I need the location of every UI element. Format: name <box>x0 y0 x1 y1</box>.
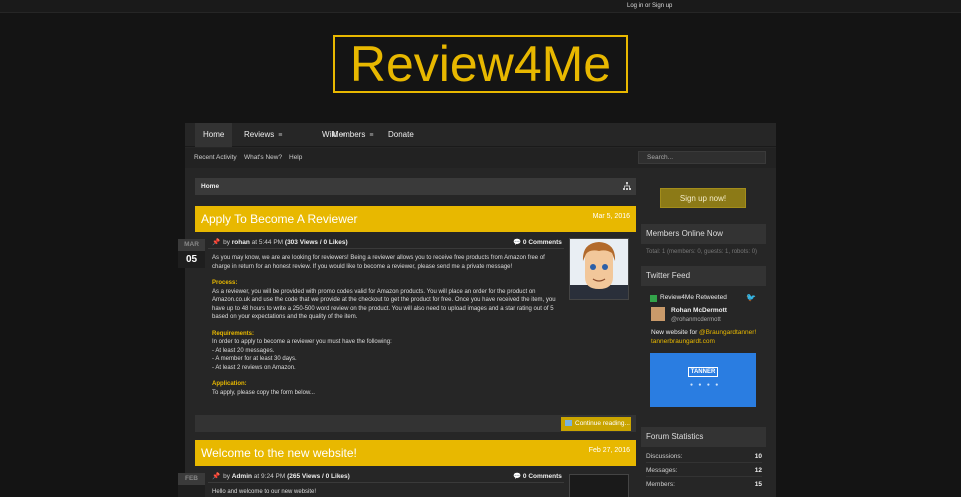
post-header: Welcome to the new website! Feb 27, 2016 <box>195 440 636 466</box>
nav-donate[interactable]: Donate <box>380 123 422 147</box>
post-stats: (303 Views / 0 Likes) <box>284 239 348 246</box>
tweet-card-image[interactable]: TANNER ● ● ● ● <box>650 353 756 407</box>
post-date: Mar 5, 2016 <box>592 213 630 220</box>
nav-donate-label: Donate <box>388 130 414 139</box>
site-logo[interactable]: Review4Me <box>333 35 628 93</box>
nav-members-label: Members <box>332 130 366 139</box>
breadcrumb: Home <box>195 178 636 195</box>
process-heading: Process: <box>212 280 238 286</box>
post-intro: Hello and welcome to our new website! <box>212 489 317 495</box>
divider <box>646 476 762 477</box>
continue-label: Continue reading... <box>575 420 630 427</box>
post-meta: 📌 by Admin at 9:24 PM (265 Views / 0 Like… <box>212 473 350 480</box>
requirement-item: - At least 2 reviews on Amazon. <box>212 364 296 371</box>
pin-icon: 📌 <box>212 239 221 246</box>
tweet-mention[interactable]: @Braungardtanner! <box>699 329 756 336</box>
post-title[interactable]: Welcome to the new website! <box>201 440 357 466</box>
date-day <box>178 485 205 497</box>
post-intro: As you may know, we are are looking for … <box>212 255 545 270</box>
tweet-text-prefix: New website for <box>651 329 700 336</box>
comments-link[interactable]: 💬 0 Comments <box>513 238 562 246</box>
requirement-item: - At least 20 messages. <box>212 347 275 354</box>
stat-row: Members: 15 <box>646 481 762 491</box>
post-author[interactable]: Admin <box>232 473 252 480</box>
subnav-whats-new[interactable]: What's New? <box>244 148 282 168</box>
menu-icon[interactable]: ≡ <box>278 124 282 148</box>
comments-count: 0 Comments <box>522 473 562 480</box>
stat-value: 15 <box>754 481 762 488</box>
avatar[interactable] <box>569 238 629 300</box>
post-stats: (265 Views / 0 Likes) <box>287 473 350 480</box>
top-bar <box>0 0 961 13</box>
signup-button[interactable]: Sign up now! <box>660 188 746 208</box>
post-meta: 📌 by rohan at 5:44 PM (303 Views / 0 Like… <box>212 239 348 246</box>
subnav-recent-activity[interactable]: Recent Activity <box>194 148 237 168</box>
retweet-icon <box>650 295 657 302</box>
stat-value: 10 <box>754 453 762 460</box>
retweet-label: Review4Me Retweeted <box>660 294 727 301</box>
tweet-author-name[interactable]: Rohan McDermott <box>671 307 727 314</box>
document-icon <box>565 420 572 426</box>
comment-icon: 💬 <box>513 473 522 480</box>
divider <box>208 248 564 249</box>
tweet-link[interactable]: tannerbraungardt.com <box>651 338 715 345</box>
tweet-author-handle[interactable]: @rohanmcdermott <box>671 317 721 323</box>
twitter-feed-heading: Twitter Feed <box>641 266 766 286</box>
card-dots: ● ● ● ● <box>690 382 721 388</box>
nav-members[interactable]: Members ≡ <box>324 123 381 147</box>
login-signup-link[interactable]: Log in or Sign up <box>627 3 672 9</box>
date-day: 05 <box>178 251 205 268</box>
avatar[interactable] <box>651 307 665 321</box>
date-month: MAR <box>178 239 205 251</box>
post-time: 9:24 PM <box>261 473 286 480</box>
requirements-heading: Requirements: <box>212 330 255 337</box>
sitemap-icon[interactable] <box>623 182 631 190</box>
divider <box>208 482 564 483</box>
comments-link[interactable]: 💬 0 Comments <box>513 472 562 480</box>
date-month: FEB <box>178 473 205 485</box>
nav-reviews-label: Reviews <box>244 130 275 139</box>
post-content: As you may know, we are are looking for … <box>212 254 564 397</box>
continue-reading-button[interactable]: Continue reading... <box>561 417 631 431</box>
subnav-help[interactable]: Help <box>289 148 302 168</box>
forum-stats-heading: Forum Statistics <box>641 427 766 447</box>
application-heading: Application: <box>212 381 247 387</box>
process-text: As a reviewer, you will be provided with… <box>212 288 556 321</box>
menu-icon[interactable]: ≡ <box>369 124 373 148</box>
comments-count: 0 Comments <box>522 239 562 246</box>
stat-label: Messages: <box>646 467 678 474</box>
post-header: Apply To Become A Reviewer Mar 5, 2016 <box>195 206 636 232</box>
date-badge: FEB <box>178 473 205 497</box>
main-nav: Home Reviews ≡ Wiki ≡ <box>185 123 776 147</box>
divider <box>646 462 762 463</box>
post-date: Feb 27, 2016 <box>588 447 630 454</box>
post-time: 5:44 PM <box>258 239 284 246</box>
nav-home-label: Home <box>203 130 225 139</box>
search-input[interactable]: Search... <box>638 151 766 164</box>
stat-value: 12 <box>754 467 762 474</box>
application-text: To apply, please copy the form below... <box>212 389 315 396</box>
stat-label: Discussions: <box>646 453 683 460</box>
tweet-text: New website for @Braungardtanner! tanner… <box>651 328 761 346</box>
avatar[interactable] <box>569 474 629 497</box>
members-online-heading: Members Online Now <box>641 224 766 244</box>
stat-label: Members: <box>646 481 675 488</box>
requirement-item: - A member for at least 30 days. <box>212 356 297 362</box>
twitter-bird-icon[interactable]: 🐦 <box>746 293 756 302</box>
post-title[interactable]: Apply To Become A Reviewer <box>201 206 358 232</box>
breadcrumb-home[interactable]: Home <box>201 178 219 195</box>
post-author[interactable]: rohan <box>232 239 250 246</box>
card-name: TANNER <box>688 367 718 377</box>
requirements-intro: In order to apply to become a reviewer y… <box>212 339 392 345</box>
nav-reviews[interactable]: Reviews ≡ <box>236 123 290 147</box>
pin-icon: 📌 <box>212 473 221 480</box>
nav-home[interactable]: Home <box>195 123 233 147</box>
members-online-text: Total: 1 (members: 0, guests: 1, robots:… <box>646 249 758 255</box>
date-badge: MAR 05 <box>178 239 205 268</box>
comment-icon: 💬 <box>513 239 522 246</box>
